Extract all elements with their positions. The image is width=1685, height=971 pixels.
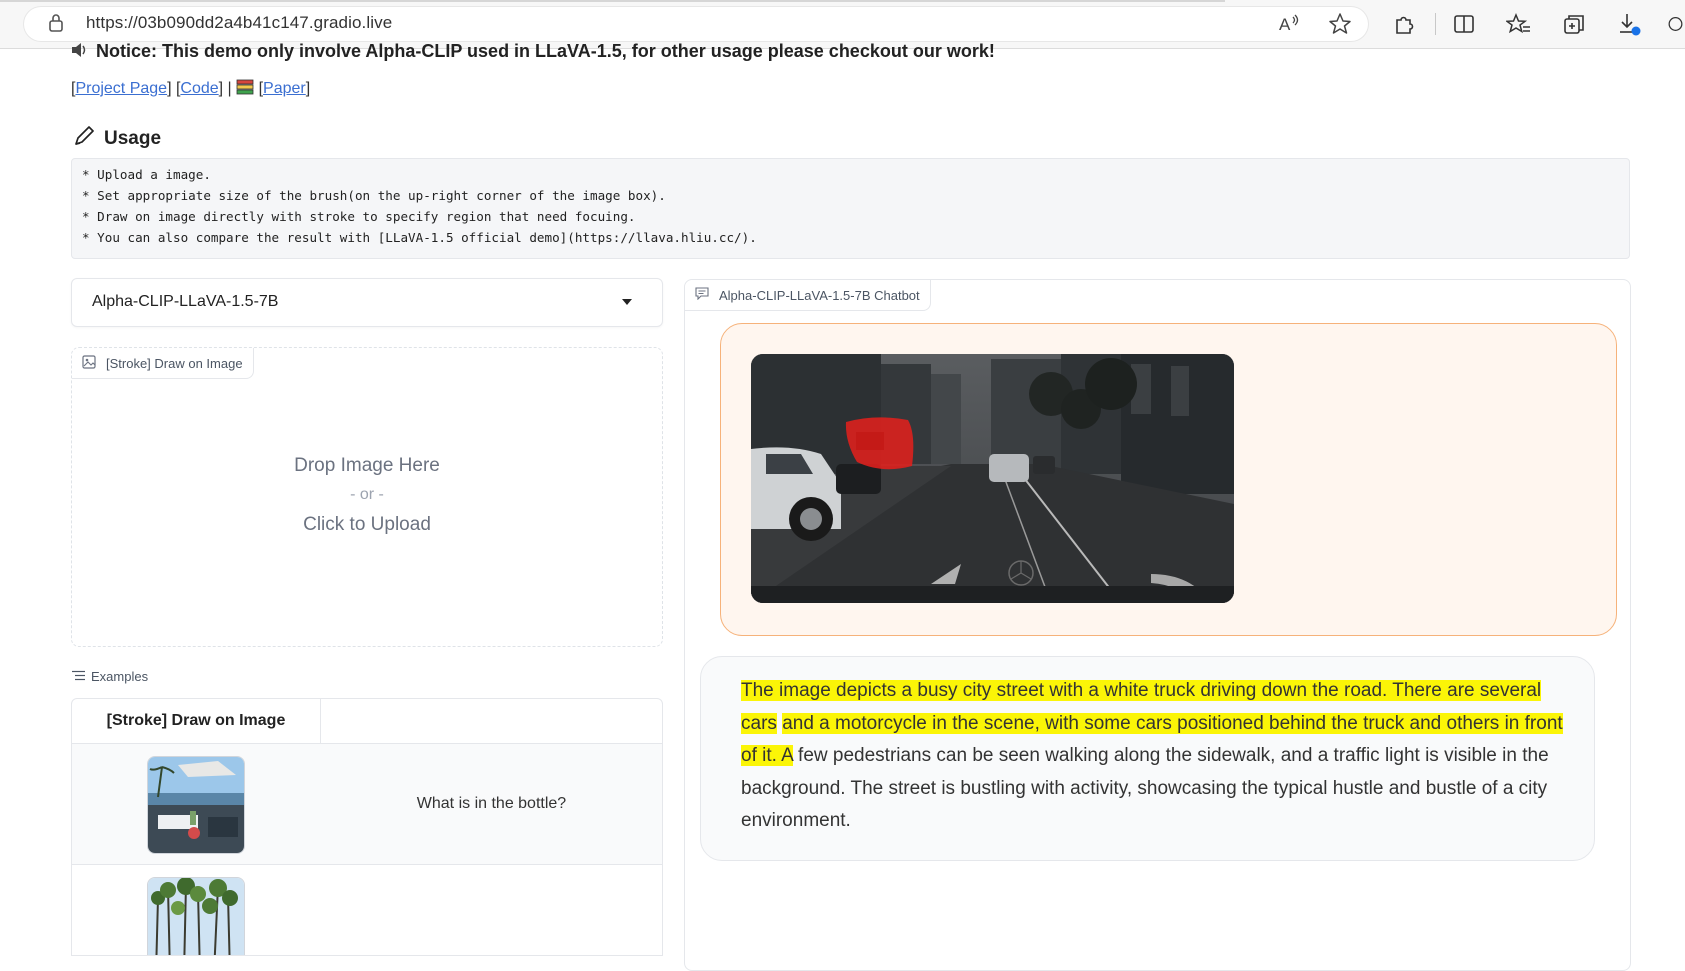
table-row[interactable]: [72, 865, 662, 955]
code-link[interactable]: Code: [180, 80, 218, 97]
example-question: What is in the bottle?: [416, 795, 567, 812]
image-upload-area[interactable]: [Stroke] Draw on Image Drop Image Here -…: [71, 347, 663, 647]
example-thumbnail[interactable]: [147, 877, 245, 955]
downloads-icon[interactable]: [1615, 10, 1643, 38]
example-question: [321, 865, 662, 955]
bot-response-text: The image depicts a busy city street wit…: [741, 675, 1581, 838]
image-input-label-text: [Stroke] Draw on Image: [106, 355, 243, 371]
or-text: - or -: [350, 486, 384, 503]
model-dropdown-value: Alpha-CLIP-LLaVA-1.5-7B: [92, 293, 279, 310]
bot-message: The image depicts a busy city street wit…: [700, 656, 1595, 861]
chat-bubble-icon: [695, 287, 709, 303]
usage-line: * Upload a image.: [82, 167, 211, 182]
read-aloud-icon[interactable]: A: [1276, 10, 1304, 38]
page-load-progress: [0, 0, 1225, 2]
url-text[interactable]: https://03b090dd2a4b41c147.gradio.live: [86, 13, 392, 33]
notice-text: Notice: This demo only involve Alpha-CLI…: [70, 41, 995, 64]
usage-line: * You can also compare the result with […: [82, 230, 757, 245]
example-thumbnail[interactable]: [147, 756, 245, 854]
speaker-icon: [70, 41, 90, 64]
books-icon: [236, 78, 254, 101]
image-input-label: [Stroke] Draw on Image: [72, 348, 254, 379]
pencil-icon: [72, 124, 96, 154]
chevron-down-icon[interactable]: [622, 299, 632, 305]
lock-icon[interactable]: [48, 13, 64, 38]
paper-link[interactable]: Paper: [263, 80, 306, 97]
usage-line: * Draw on image directly with stroke to …: [82, 209, 636, 224]
table-row[interactable]: What is in the bottle?: [72, 744, 662, 864]
examples-header-text: [321, 699, 662, 743]
user-uploaded-image[interactable]: [751, 354, 1234, 603]
drop-image-text: Drop Image Here: [294, 455, 440, 476]
examples-label-text: Examples: [91, 669, 149, 684]
list-icon: [72, 669, 85, 684]
link-row: [Project Page] [Code] | [Paper]: [71, 78, 310, 101]
model-dropdown[interactable]: Alpha-CLIP-LLaVA-1.5-7B: [71, 278, 663, 327]
chatbot-panel: Alpha-CLIP-LLaVA-1.5-7B Chatbot The imag…: [684, 279, 1631, 971]
toolbar-divider: [1435, 13, 1436, 35]
extensions-icon[interactable]: [1390, 10, 1418, 38]
usage-heading: Usage: [72, 124, 161, 154]
usage-title-text: Usage: [104, 128, 162, 149]
image-icon: [82, 354, 96, 372]
favorite-star-icon[interactable]: [1326, 10, 1354, 38]
examples-header-image: [Stroke] Draw on Image: [106, 712, 286, 729]
examples-table: [Stroke] Draw on Image What is in the bo…: [71, 698, 663, 956]
chatbot-label-text: Alpha-CLIP-LLaVA-1.5-7B Chatbot: [719, 287, 920, 303]
examples-heading: Examples: [72, 669, 148, 684]
chatbot-label: Alpha-CLIP-LLaVA-1.5-7B Chatbot: [685, 280, 931, 311]
user-message: [720, 323, 1617, 636]
split-screen-icon[interactable]: [1450, 10, 1478, 38]
favorites-icon[interactable]: [1505, 10, 1533, 38]
usage-instructions: * Upload a image. * Set appropriate size…: [71, 158, 1630, 259]
svg-text:A: A: [1279, 15, 1291, 34]
click-to-upload-text[interactable]: Click to Upload: [72, 514, 662, 536]
link-separator: |: [227, 80, 232, 97]
notice-label: Notice: This demo only involve Alpha-CLI…: [96, 41, 995, 61]
collections-icon[interactable]: [1560, 10, 1588, 38]
response-text: few pedestrians can be seen walking alon…: [741, 745, 1549, 831]
project-page-link[interactable]: Project Page: [75, 80, 167, 97]
copilot-icon[interactable]: [1666, 10, 1685, 38]
usage-line: * Set appropriate size of the brush(on t…: [82, 188, 666, 203]
